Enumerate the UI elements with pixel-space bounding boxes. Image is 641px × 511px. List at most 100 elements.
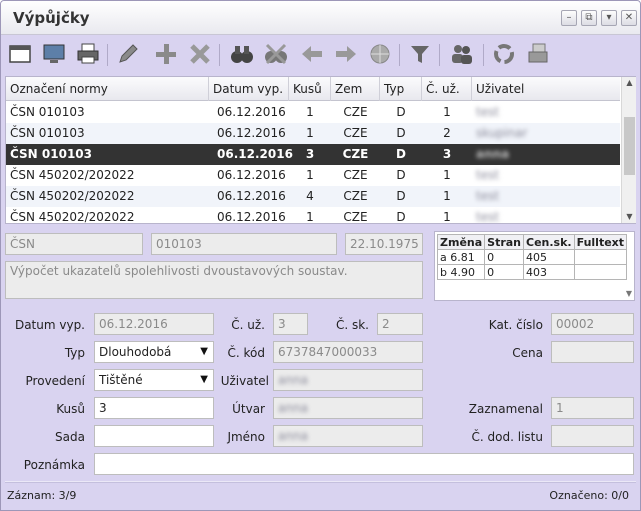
zaznamenal-field[interactable]: 1 — [551, 397, 634, 419]
window-title: Výpůjčky — [13, 9, 90, 27]
cell-uzivatel: anna — [476, 147, 510, 161]
table-header: Označení normy Datum vyp. Kusů Zem Typ Č… — [6, 77, 620, 101]
poznamka-field[interactable] — [94, 453, 634, 475]
cell-kusu: 4 — [306, 189, 314, 203]
table-row[interactable]: ČSN 450202/202022 06.12.2016 4 CZE D 1 t… — [6, 186, 620, 207]
plus-icon[interactable] — [153, 41, 179, 67]
cell-typ: D — [396, 126, 406, 140]
cell-kusu: 1 — [306, 168, 314, 182]
cell-norma: ČSN 010103 — [10, 126, 85, 140]
toolbar-separator — [439, 44, 440, 66]
c-kod-field[interactable]: 6737847000033 — [273, 341, 423, 363]
cena-field[interactable] — [551, 341, 634, 363]
norm-date-field[interactable]: 22.10.1975 — [345, 233, 423, 255]
label-poznamka: Poznámka — [23, 458, 85, 472]
column-header-stran[interactable]: Stran — [484, 234, 525, 250]
cell-norma: ČSN 450202/202022 — [10, 210, 135, 223]
table-row[interactable]: a 6.81 0 405 — [436, 249, 628, 265]
chevron-down-icon[interactable]: ▾ — [601, 10, 617, 26]
column-header-fulltext[interactable]: Fulltext — [573, 234, 628, 250]
scrollbar-thumb[interactable] — [624, 117, 635, 175]
changes-table[interactable]: Změna Stran Cen.sk. Fulltext a 6.81 0 40… — [434, 231, 635, 301]
column-header-norma[interactable]: Označení normy — [6, 77, 209, 101]
sada-field[interactable] — [94, 425, 214, 447]
cross-icon[interactable] — [187, 41, 213, 67]
borrowings-table[interactable]: Označení normy Datum vyp. Kusů Zem Typ Č… — [5, 76, 636, 224]
table-row[interactable]: ČSN 010103 06.12.2016 1 CZE D 1 test — [6, 102, 620, 123]
printer-stack-icon[interactable] — [525, 41, 551, 67]
kusu-field[interactable]: 3 — [94, 397, 214, 419]
table-row[interactable]: ČSN 450202/202022 06.12.2016 1 CZE D 1 t… — [6, 207, 620, 223]
chevron-down-icon: ▼ — [200, 346, 208, 357]
status-divider — [5, 481, 636, 483]
funnel-icon[interactable] — [407, 41, 433, 67]
people-icon[interactable] — [449, 41, 475, 67]
globe-icon[interactable] — [367, 41, 393, 67]
cell-kusu: 1 — [306, 105, 314, 119]
scroll-down-icon[interactable]: ▼ — [622, 211, 637, 223]
column-header-cen-sk[interactable]: Cen.sk. — [523, 234, 575, 250]
label-utvar: Útvar — [232, 402, 265, 416]
label-jmeno: Jméno — [227, 430, 265, 444]
datum-vyp-field[interactable]: 06.12.2016 — [94, 313, 214, 335]
cell-zem: CZE — [343, 126, 368, 140]
cell-norma: ČSN 450202/202022 — [10, 189, 135, 203]
column-header-cuz[interactable]: Č. už. — [422, 77, 472, 101]
column-header-zmena[interactable]: Změna — [436, 234, 486, 250]
arrow-left-icon[interactable] — [299, 41, 325, 67]
provedeni-select[interactable]: Tištěné ▼ — [94, 369, 214, 391]
utvar-field[interactable]: anna — [273, 397, 423, 419]
cell-typ: D — [396, 210, 406, 223]
label-c-sk: Č. sk. — [335, 318, 369, 332]
cell-kusu: 3 — [305, 147, 315, 161]
pencil-icon[interactable] — [115, 41, 141, 67]
column-header-datum[interactable]: Datum vyp. — [209, 77, 289, 101]
scroll-down-icon[interactable]: ▼ — [626, 289, 632, 298]
close-icon[interactable]: ✕ — [621, 10, 637, 26]
norm-number-field[interactable]: 010103 — [151, 233, 337, 255]
arrow-right-icon[interactable] — [333, 41, 359, 67]
window-icon[interactable] — [7, 41, 33, 67]
cell-typ: D — [396, 105, 406, 119]
title-bar[interactable]: Výpůjčky – ⧉ ▾ ✕ — [1, 1, 640, 35]
column-header-typ[interactable]: Typ — [380, 77, 422, 101]
uzivatel-value: anna — [278, 373, 308, 387]
cell-kusu: 1 — [306, 210, 314, 223]
recycle-icon[interactable] — [491, 41, 517, 67]
jmeno-field[interactable]: anna — [273, 425, 423, 447]
record-counter: Záznam: 3/9 — [7, 489, 77, 502]
column-header-kusu[interactable]: Kusů — [289, 77, 331, 101]
norm-prefix-field[interactable]: ČSN — [5, 233, 143, 255]
binoculars-cross-icon[interactable] — [263, 41, 289, 67]
binoculars-icon[interactable] — [229, 41, 255, 67]
label-kat-cislo: Kat. číslo — [488, 318, 543, 332]
table-row[interactable]: ČSN 450202/202022 06.12.2016 1 CZE D 1 t… — [6, 165, 620, 186]
minimize-icon[interactable]: – — [561, 10, 577, 26]
cell-kusu: 1 — [306, 126, 314, 140]
monitor-icon[interactable] — [41, 41, 67, 67]
uzivatel-field[interactable]: anna — [273, 369, 423, 391]
provedeni-select-value: Tištěné — [99, 373, 143, 387]
restore-icon[interactable]: ⧉ — [581, 10, 597, 26]
cell-datum: 06.12.2016 — [217, 126, 286, 140]
cell-cuz: 1 — [443, 210, 451, 223]
cell-cuz: 1 — [443, 105, 451, 119]
cell-datum: 06.12.2016 — [217, 210, 286, 223]
column-header-uzivatel[interactable]: Uživatel — [472, 77, 620, 101]
column-header-zem[interactable]: Zem — [331, 77, 380, 101]
scroll-up-icon[interactable]: ▲ — [622, 77, 637, 89]
label-uzivatel: Uživatel — [220, 374, 269, 388]
kat-cislo-field[interactable]: 00002 — [551, 313, 634, 335]
table-row-selected[interactable]: ČSN 010103 06.12.2016 3 CZE D 3 anna — [6, 144, 620, 165]
c-sk-field[interactable]: 2 — [377, 313, 423, 335]
cell-uzivatel: test — [476, 105, 500, 119]
c-dod-listu-field[interactable] — [551, 425, 634, 447]
table-row[interactable]: ČSN 010103 06.12.2016 1 CZE D 2 skupinar — [6, 123, 620, 144]
norm-description-field[interactable]: Výpočet ukazatelů spolehlivosti dvoustav… — [5, 261, 423, 299]
c-uz-field[interactable]: 3 — [273, 313, 308, 335]
table-scrollbar[interactable]: ▲ ▼ — [621, 77, 636, 223]
table-row[interactable]: b 4.90 0 403 — [436, 264, 628, 280]
cell-zem: CZE — [343, 189, 368, 203]
typ-select[interactable]: Dlouhodobá ▼ — [94, 341, 214, 363]
printer-icon[interactable] — [75, 41, 101, 67]
